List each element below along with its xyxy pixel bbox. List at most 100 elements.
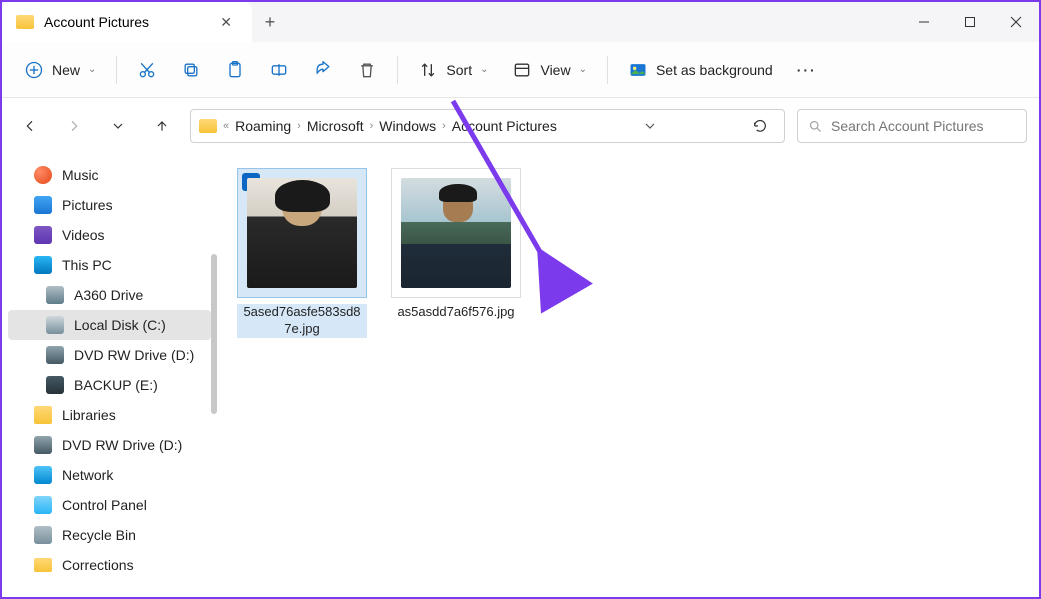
new-label: New (52, 62, 80, 78)
chevron-right-icon: › (442, 120, 446, 132)
thumbnail (237, 168, 367, 298)
sidebar-item-dvd2[interactable]: DVD RW Drive (D:) (2, 430, 217, 460)
sidebar-item-corrections[interactable]: Corrections (2, 550, 217, 580)
new-tab-button[interactable]: + (252, 4, 288, 40)
sidebar-item-a360[interactable]: A360 Drive (2, 280, 217, 310)
sidebar-item-pictures[interactable]: Pictures (2, 190, 217, 220)
sidebar-item-label: Network (62, 467, 113, 483)
sidebar-item-network[interactable]: Network (2, 460, 217, 490)
view-button[interactable]: View ⌄ (502, 52, 596, 88)
sidebar-item-videos[interactable]: Videos (2, 220, 217, 250)
new-button[interactable]: New ⌄ (14, 52, 106, 88)
titlebar: Account Pictures ✕ + (2, 2, 1039, 42)
file-name: as5asdd7a6f576.jpg (391, 304, 521, 321)
sidebar-item-libraries[interactable]: Libraries (2, 400, 217, 430)
view-icon (512, 60, 532, 80)
tab-close-button[interactable]: ✕ (216, 10, 236, 35)
sidebar-item-label: DVD RW Drive (D:) (62, 437, 182, 453)
window-controls (901, 2, 1039, 42)
crumb-roaming[interactable]: Roaming (235, 118, 291, 134)
drive-icon (46, 286, 64, 304)
chevron-down-icon: ⌄ (88, 64, 96, 75)
navigation-pane: Music Pictures Videos This PC A360 Drive… (2, 154, 217, 597)
folder-icon (16, 15, 34, 29)
sort-button[interactable]: Sort ⌄ (408, 52, 498, 88)
chevron-right-icon: › (297, 120, 301, 132)
chevron-right-icon: › (370, 120, 374, 132)
share-icon (313, 60, 333, 80)
thumbnail (391, 168, 521, 298)
scrollbar-thumb[interactable] (211, 254, 217, 414)
sidebar-item-label: Music (62, 167, 99, 183)
refresh-button[interactable] (744, 110, 776, 142)
folder-icon (199, 119, 217, 133)
set-background-button[interactable]: Set as background (618, 52, 783, 88)
image-thumbnail (247, 178, 357, 288)
up-button[interactable] (146, 110, 178, 142)
maximize-button[interactable] (947, 2, 993, 42)
sidebar-item-label: Libraries (62, 407, 116, 423)
sidebar-item-label: Videos (62, 227, 105, 243)
sidebar-item-label: BACKUP (E:) (74, 377, 158, 393)
crumb-microsoft[interactable]: Microsoft (307, 118, 364, 134)
sidebar-item-thispc[interactable]: This PC (2, 250, 217, 280)
recent-button[interactable] (102, 110, 134, 142)
rename-icon (269, 60, 289, 80)
crumb-windows[interactable]: Windows (379, 118, 436, 134)
paste-button[interactable] (215, 52, 255, 88)
sidebar-item-dvd[interactable]: DVD RW Drive (D:) (2, 340, 217, 370)
image-thumbnail (401, 178, 511, 288)
share-button[interactable] (303, 52, 343, 88)
tab-active[interactable]: Account Pictures ✕ (2, 2, 252, 42)
plus-circle-icon (24, 60, 44, 80)
clipboard-icon (225, 60, 245, 80)
rename-button[interactable] (259, 52, 299, 88)
sidebar-item-localdisk[interactable]: Local Disk (C:) (8, 310, 211, 340)
address-dropdown[interactable] (634, 110, 666, 142)
sidebar-item-recyclebin[interactable]: Recycle Bin (2, 520, 217, 550)
view-label: View (540, 62, 570, 78)
drive-icon (46, 376, 64, 394)
file-item[interactable]: as5asdd7a6f576.jpg (391, 168, 521, 321)
music-icon (34, 166, 52, 184)
minimize-button[interactable] (901, 2, 947, 42)
forward-button[interactable] (58, 110, 90, 142)
file-item[interactable]: 5ased76asfe583sd87e.jpg (237, 168, 367, 338)
network-icon (34, 466, 52, 484)
chevron-down-icon: ⌄ (579, 64, 587, 75)
crumb-account-pictures[interactable]: Account Pictures (452, 118, 557, 134)
file-list: 5ased76asfe583sd87e.jpg as5asdd7a6f576.j… (217, 154, 1039, 597)
dvd-icon (34, 436, 52, 454)
sidebar-item-music[interactable]: Music (2, 160, 217, 190)
chevron-down-icon: ⌄ (480, 64, 488, 75)
cut-button[interactable] (127, 52, 167, 88)
sidebar-item-label: Local Disk (C:) (74, 317, 166, 333)
toolbar: New ⌄ Sort ⌄ View ⌄ Set as background ··… (2, 42, 1039, 98)
control-panel-icon (34, 496, 52, 514)
sidebar-item-label: This PC (62, 257, 112, 273)
search-box[interactable] (797, 109, 1027, 143)
back-button[interactable] (14, 110, 46, 142)
address-row: « Roaming › Microsoft › Windows › Accoun… (2, 98, 1039, 154)
address-bar[interactable]: « Roaming › Microsoft › Windows › Accoun… (190, 109, 785, 143)
body: Music Pictures Videos This PC A360 Drive… (2, 154, 1039, 597)
sidebar-item-label: Pictures (62, 197, 113, 213)
search-input[interactable] (831, 118, 1016, 134)
delete-button[interactable] (347, 52, 387, 88)
sidebar-item-controlpanel[interactable]: Control Panel (2, 490, 217, 520)
videos-icon (34, 226, 52, 244)
tab-title: Account Pictures (44, 14, 149, 30)
copy-button[interactable] (171, 52, 211, 88)
pictures-icon (34, 196, 52, 214)
disk-icon (46, 316, 64, 334)
more-button[interactable]: ··· (787, 52, 827, 88)
sort-icon (418, 60, 438, 80)
close-window-button[interactable] (993, 2, 1039, 42)
sidebar-item-backup[interactable]: BACKUP (E:) (2, 370, 217, 400)
sidebar-item-label: Recycle Bin (62, 527, 136, 543)
sidebar-item-label: DVD RW Drive (D:) (74, 347, 194, 363)
file-name: 5ased76asfe583sd87e.jpg (237, 304, 367, 338)
set-background-label: Set as background (656, 62, 773, 78)
sidebar-item-label: Control Panel (62, 497, 147, 513)
sidebar-item-label: A360 Drive (74, 287, 143, 303)
